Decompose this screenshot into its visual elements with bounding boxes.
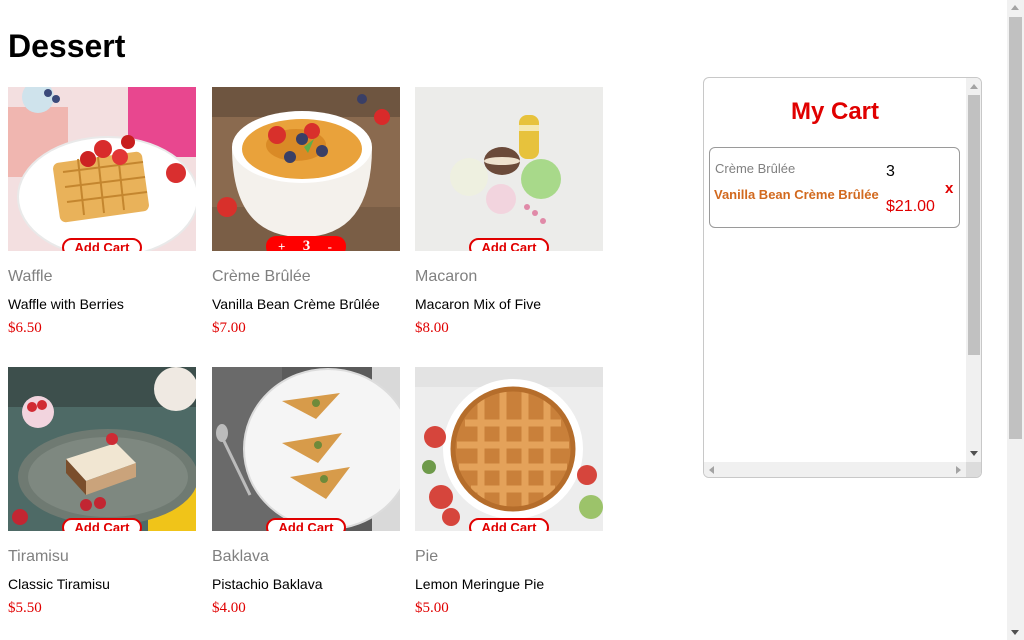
- add-cart-button[interactable]: Add Cart: [469, 518, 549, 531]
- cart-horizontal-scrollbar[interactable]: [704, 462, 966, 477]
- page-title: Dessert: [8, 28, 126, 64]
- product-price: $4.00: [212, 600, 246, 616]
- waffle-image: [8, 87, 196, 251]
- scrollbar-corner: [966, 462, 981, 477]
- product-price: $5.50: [8, 600, 42, 616]
- add-cart-button[interactable]: Add Cart: [266, 518, 346, 531]
- scroll-right-icon[interactable]: [956, 466, 961, 474]
- product-name: Macaron Mix of Five: [415, 296, 542, 312]
- cart-item-quantity: 3: [886, 163, 895, 180]
- product-category: Tiramisu: [8, 548, 69, 565]
- macaron-image: [415, 87, 603, 251]
- product-card-macaron: Add Cart Macaron Macaron Mix of Five $8.…: [415, 87, 603, 336]
- cart-item-total: $21.00: [886, 198, 935, 215]
- cart-item-name: Vanilla Bean Crème Brûlée: [714, 187, 879, 202]
- product-price: $7.00: [212, 320, 246, 336]
- product-category: Crème Brûlée: [212, 268, 311, 285]
- add-cart-button[interactable]: Add Cart: [62, 518, 142, 531]
- cart-item-category: Crème Brûlée: [715, 161, 796, 176]
- increment-button[interactable]: +: [278, 239, 285, 252]
- creme-brulee-image: [212, 87, 400, 251]
- remove-item-button[interactable]: x: [945, 180, 953, 197]
- product-card-creme-brulee: + 3 - Crème Brûlée Vanilla Bean Crème Br…: [212, 87, 400, 336]
- pie-photo[interactable]: Add Cart: [415, 367, 603, 531]
- product-category: Baklava: [212, 548, 269, 565]
- product-card-waffle: Add Cart Waffle Waffle with Berries $6.5…: [8, 87, 196, 336]
- add-cart-button[interactable]: Add Cart: [469, 238, 549, 251]
- cart-item: Crème Brûlée 3 Vanilla Bean Crème Brûlée…: [709, 147, 960, 228]
- add-cart-button[interactable]: Add Cart: [62, 238, 142, 251]
- scroll-down-icon[interactable]: [970, 451, 978, 456]
- tiramisu-photo[interactable]: Add Cart: [8, 367, 196, 531]
- product-name: Vanilla Bean Crème Brûlée: [212, 296, 380, 312]
- baklava-image: [212, 367, 400, 531]
- baklava-photo[interactable]: Add Cart: [212, 367, 400, 531]
- creme-brulee-photo[interactable]: + 3 -: [212, 87, 400, 251]
- macaron-photo[interactable]: Add Cart: [415, 87, 603, 251]
- product-card-baklava: Add Cart Baklava Pistachio Baklava $4.00: [212, 367, 400, 616]
- product-name: Waffle with Berries: [8, 296, 124, 312]
- product-category: Waffle: [8, 268, 53, 285]
- product-price: $8.00: [415, 320, 449, 336]
- product-card-pie: Add Cart Pie Lemon Meringue Pie $5.00: [415, 367, 603, 616]
- quantity-stepper: + 3 -: [266, 236, 346, 251]
- quantity-value: 3: [302, 238, 311, 251]
- page-scroll-thumb[interactable]: [1009, 17, 1022, 439]
- page-scrollbar[interactable]: [1007, 0, 1024, 640]
- cart-panel: My Cart Crème Brûlée 3 Vanilla Bean Crèm…: [703, 77, 982, 478]
- tiramisu-image: [8, 367, 196, 531]
- decrement-button[interactable]: -: [328, 239, 332, 252]
- product-name: Lemon Meringue Pie: [415, 576, 545, 592]
- waffle-photo[interactable]: Add Cart: [8, 87, 196, 251]
- page-scroll-up-icon[interactable]: [1011, 5, 1019, 10]
- scroll-left-icon[interactable]: [709, 466, 714, 474]
- product-category: Pie: [415, 548, 439, 565]
- cart-scroll-thumb[interactable]: [968, 95, 980, 355]
- pie-image: [415, 367, 603, 531]
- cart-vertical-scrollbar[interactable]: [966, 78, 981, 462]
- product-name: Pistachio Baklava: [212, 576, 323, 592]
- product-name: Classic Tiramisu: [8, 576, 110, 592]
- product-price: $6.50: [8, 320, 42, 336]
- product-card-tiramisu: Add Cart Tiramisu Classic Tiramisu $5.50: [8, 367, 196, 616]
- product-category: Macaron: [415, 268, 478, 285]
- scroll-up-icon[interactable]: [970, 84, 978, 89]
- page-scroll-down-icon[interactable]: [1011, 630, 1019, 635]
- cart-title: My Cart: [790, 98, 880, 125]
- product-price: $5.00: [415, 600, 449, 616]
